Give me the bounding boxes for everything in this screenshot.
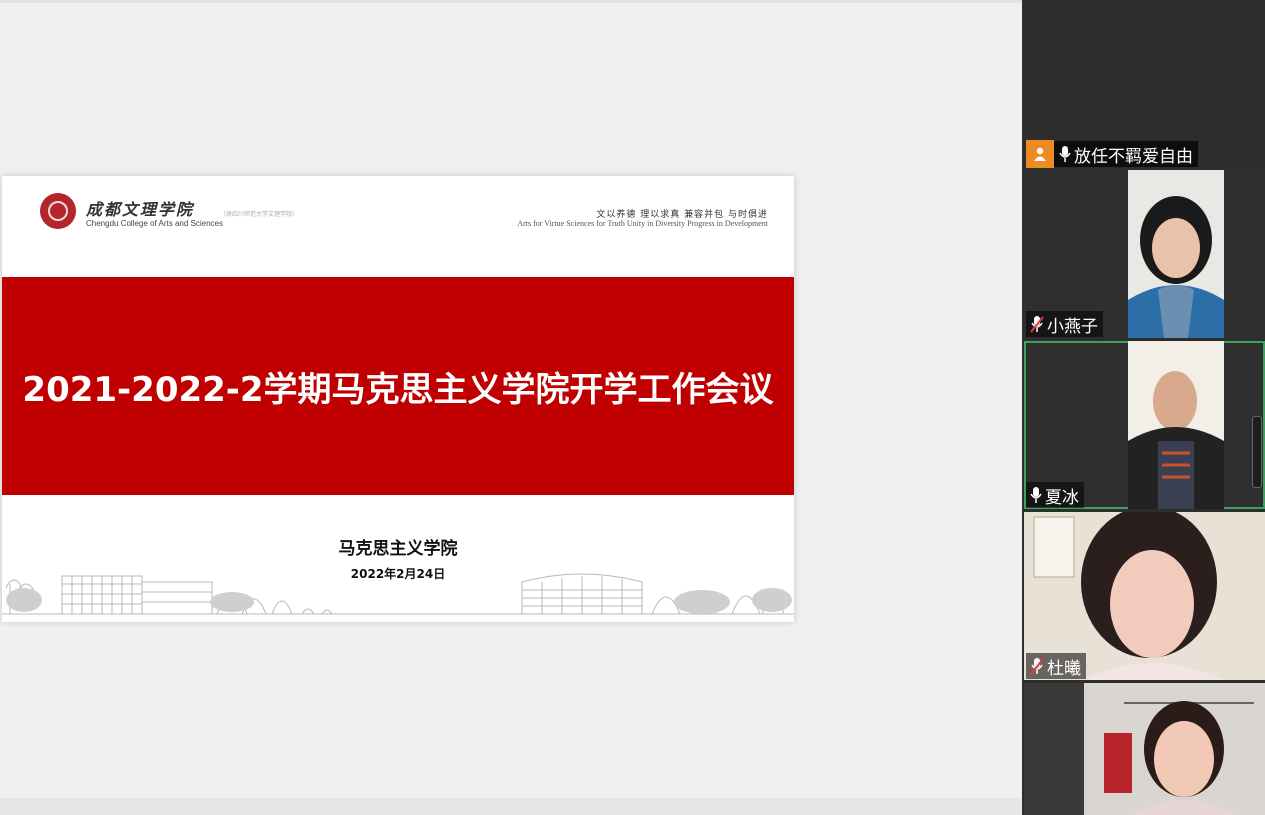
- participant-name-tag: 杜曦: [1026, 653, 1086, 679]
- participant-name-tag: 夏冰: [1026, 482, 1084, 508]
- microphone-muted-icon: [1030, 658, 1044, 675]
- college-name-en: Chengdu College of Arts and Sciences: [86, 219, 223, 228]
- participant-video: [1128, 341, 1224, 509]
- participant-tile[interactable]: [1024, 683, 1265, 815]
- audio-level-meter: [1252, 416, 1262, 488]
- motto-en: Arts for Virtue Sciences for Truth Unity…: [517, 219, 768, 228]
- participant-name: 小燕子: [1047, 316, 1098, 337]
- meeting-date: 2022年2月24日: [350, 567, 446, 581]
- participant-sidebar: 放任不羁爱自由 小燕子 夏冰 杜曦: [1022, 0, 1265, 815]
- participant-video: [1024, 683, 1265, 815]
- college-seal-icon: [40, 193, 76, 229]
- microphone-icon: [1059, 146, 1071, 162]
- slide-title: 2021-2022-2学期马克思主义学院开学工作会议: [22, 369, 774, 410]
- title-banner: 2021-2022-2学期马克思主义学院开学工作会议: [2, 277, 794, 495]
- department-name: 马克思主义学院: [338, 539, 458, 559]
- participant-name-tag: 小燕子: [1026, 311, 1103, 337]
- bottom-divider: [0, 798, 1022, 815]
- participant-tile-host[interactable]: 放任不羁爱自由: [1024, 0, 1265, 168]
- participant-name: 放任不羁爱自由: [1074, 146, 1193, 167]
- participant-tile-active[interactable]: 夏冰: [1024, 341, 1265, 509]
- presentation-slide: 成都文理学院 Chengdu College of Arts and Scien…: [2, 176, 794, 622]
- participant-tile[interactable]: 小燕子: [1024, 170, 1265, 338]
- microphone-muted-icon: [1030, 316, 1044, 333]
- participant-name: 夏冰: [1045, 487, 1079, 508]
- participant-name: 杜曦: [1047, 658, 1081, 679]
- top-divider: [0, 0, 1022, 3]
- host-user-icon: [1026, 140, 1054, 168]
- college-former-name: （原四川师范大学文理学院）: [220, 211, 299, 218]
- participant-name-tag: 放任不羁爱自由: [1026, 140, 1198, 168]
- participant-tile[interactable]: 杜曦: [1024, 512, 1265, 680]
- college-name-cn: 成都文理学院: [86, 200, 195, 219]
- participant-video: [1128, 170, 1224, 338]
- microphone-icon: [1030, 487, 1042, 503]
- shared-screen-area: 成都文理学院 Chengdu College of Arts and Scien…: [0, 0, 1022, 815]
